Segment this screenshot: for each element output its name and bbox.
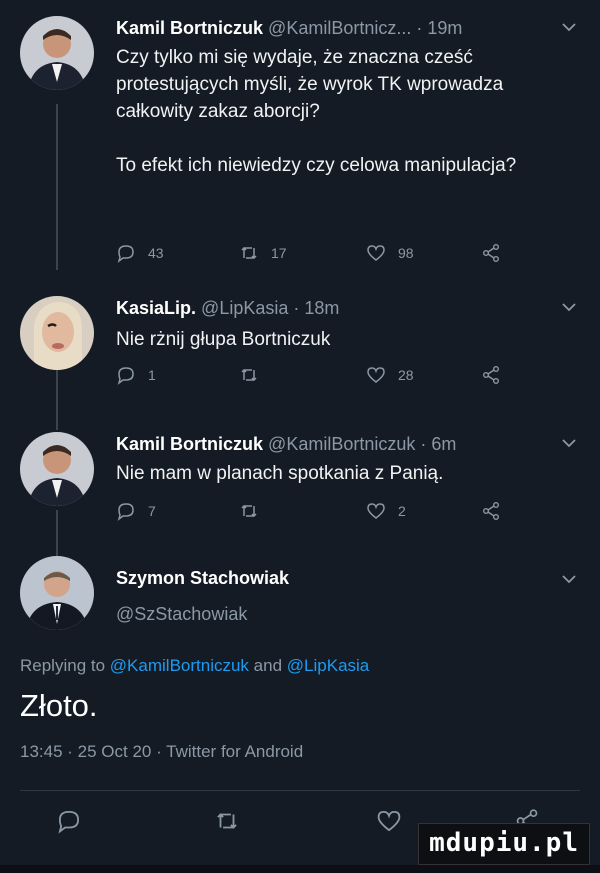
author-handle[interactable]: @SzStachowiak: [116, 604, 247, 624]
reply-count: 7: [148, 503, 156, 519]
chevron-down-icon[interactable]: [560, 434, 578, 452]
reply-icon: [117, 367, 134, 385]
tweet-header: KasiaLip. @LipKasia · 18m: [116, 296, 339, 320]
reply-count: 43: [148, 245, 164, 261]
author-handle[interactable]: @KamilBortnicz...: [268, 18, 411, 38]
author-name[interactable]: KasiaLip.: [116, 298, 196, 318]
like-button[interactable]: 2: [366, 501, 406, 521]
reply-icon: [58, 810, 80, 834]
retweet-button[interactable]: [239, 365, 271, 385]
heart-icon: [367, 245, 385, 261]
main-tweet-text: Złoto.: [20, 688, 98, 723]
share-icon: [483, 502, 499, 520]
share-button[interactable]: [481, 243, 501, 263]
main-tweet: Szymon Stachowiak @SzStachowiak Replying…: [0, 556, 600, 786]
author-name[interactable]: Kamil Bortniczuk: [116, 18, 263, 38]
chevron-down-icon[interactable]: [560, 298, 578, 316]
reply-count: 1: [148, 367, 156, 383]
tweet-header: Kamil Bortniczuk @KamilBortnicz... · 19m: [116, 16, 462, 40]
tweet-text: Nie mam w planach spotkania z Panią.: [116, 463, 444, 484]
tweet-text: Czy tylko mi się wydaje, że znaczna cześ…: [116, 47, 517, 176]
author-handle[interactable]: @KamilBortniczuk: [268, 434, 415, 454]
retweet-icon: [241, 246, 257, 260]
like-button[interactable]: 98: [366, 243, 414, 263]
heart-icon: [377, 810, 401, 832]
divider: [20, 790, 580, 791]
chevron-down-icon[interactable]: [560, 570, 578, 588]
author-name[interactable]: Kamil Bortniczuk: [116, 434, 263, 454]
like-button[interactable]: 28: [366, 365, 414, 385]
tweet-actions: 1 28: [116, 365, 516, 389]
retweet-icon: [241, 368, 257, 382]
author-handle[interactable]: @LipKasia: [201, 298, 288, 318]
watermark-text: mdupiu.pl: [429, 828, 579, 858]
reply-button[interactable]: 43: [116, 243, 164, 263]
author-handle-line: @SzStachowiak: [116, 602, 247, 626]
reply-icon: [117, 245, 134, 263]
reply-button[interactable]: [56, 808, 82, 834]
avatar[interactable]: [20, 556, 94, 630]
retweet-icon: [241, 504, 257, 518]
share-button[interactable]: [481, 501, 501, 521]
retweet-button[interactable]: 17: [239, 243, 287, 263]
mention-link[interactable]: @LipKasia: [287, 656, 369, 675]
tweet-1[interactable]: Kamil Bortniczuk @KamilBortnicz... · 19m…: [0, 16, 600, 276]
tweet-header: Szymon Stachowiak: [116, 566, 289, 590]
avatar[interactable]: [20, 16, 94, 90]
heart-icon: [367, 367, 385, 383]
mention-link[interactable]: @KamilBortniczuk: [110, 656, 249, 675]
retweet-button[interactable]: [239, 501, 271, 521]
tweet-3[interactable]: Kamil Bortniczuk @KamilBortniczuk · 6m N…: [0, 432, 600, 532]
avatar[interactable]: [20, 432, 94, 506]
author-name[interactable]: Szymon Stachowiak: [116, 568, 289, 588]
share-icon: [483, 244, 499, 262]
reply-icon: [117, 503, 134, 521]
tweet-header: Kamil Bortniczuk @KamilBortniczuk · 6m: [116, 432, 456, 456]
reply-button[interactable]: 1: [116, 365, 156, 385]
tweet-text: Nie rżnij głupa Bortniczuk: [116, 329, 331, 350]
avatar[interactable]: [20, 296, 94, 370]
like-count: 28: [398, 367, 414, 383]
replying-prefix: Replying to: [20, 656, 106, 675]
share-button[interactable]: [481, 365, 501, 385]
like-count: 98: [398, 245, 414, 261]
chevron-down-icon[interactable]: [560, 18, 578, 36]
like-button[interactable]: [376, 808, 402, 834]
retweet-icon: [217, 813, 237, 829]
bottom-strip: [0, 865, 600, 873]
retweet-button[interactable]: [214, 808, 240, 834]
share-icon: [483, 366, 499, 384]
replying-to: Replying to @KamilBortniczuk and @LipKas…: [20, 656, 369, 676]
tweet-actions: 7 2: [116, 501, 516, 525]
watermark: mdupiu.pl: [418, 823, 590, 865]
like-count: 2: [398, 503, 406, 519]
tweet-time: · 18m: [293, 298, 340, 318]
heart-icon: [367, 503, 385, 519]
reply-button[interactable]: 7: [116, 501, 156, 521]
tweet-2[interactable]: KasiaLip. @LipKasia · 18m Nie rżnij głup…: [0, 296, 600, 396]
tweet-actions: 43 17 98: [116, 243, 516, 267]
and-word: and: [253, 656, 283, 675]
retweet-count: 17: [271, 245, 287, 261]
tweet-time: · 19m: [416, 18, 463, 38]
tweet-timestamp: 13:45 · 25 Oct 20 · Twitter for Android: [20, 742, 304, 761]
tweet-time: · 6m: [420, 434, 457, 454]
